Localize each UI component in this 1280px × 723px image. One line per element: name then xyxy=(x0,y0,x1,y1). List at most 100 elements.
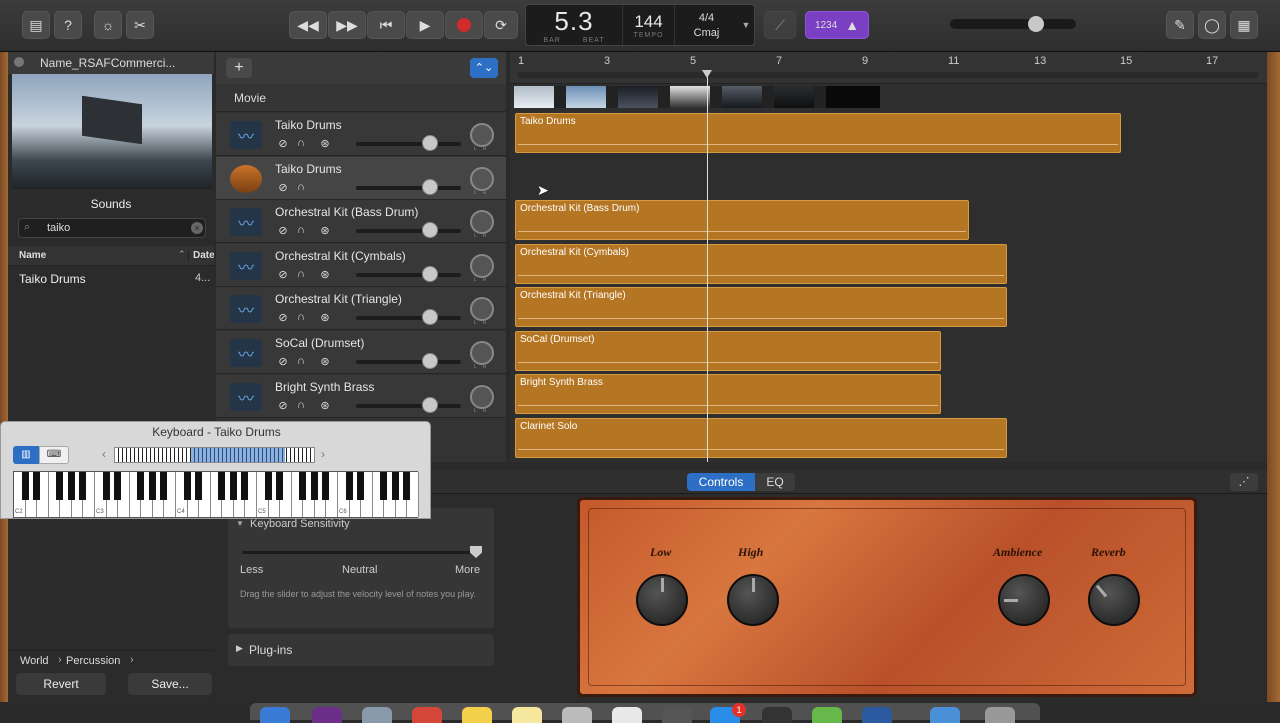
lcd-display[interactable]: 5.3 BAR BEAT 144 TEMPO 4/4 Cmaj ▼ xyxy=(525,4,755,46)
piano-black-key[interactable] xyxy=(218,472,226,500)
region[interactable]: Orchestral Kit (Cymbals) xyxy=(515,244,1007,284)
high-knob[interactable] xyxy=(727,574,779,626)
sensitivity-slider[interactable] xyxy=(242,546,482,558)
piano-black-key[interactable] xyxy=(114,472,122,500)
go-to-beginning-button[interactable]: ⏮ xyxy=(367,11,405,39)
notes-icon[interactable] xyxy=(462,707,492,723)
movie-track-header[interactable]: Movie xyxy=(216,84,506,112)
headphones-icon[interactable]: ∩ xyxy=(294,399,308,411)
track-header[interactable]: Taiko Drums ⊘ ∩ LR xyxy=(216,156,506,200)
piano-black-key[interactable] xyxy=(56,472,64,500)
master-volume-slider[interactable] xyxy=(950,16,1076,32)
piano-black-key[interactable] xyxy=(322,472,330,500)
piano-black-key[interactable] xyxy=(79,472,87,500)
add-track-button[interactable]: + xyxy=(226,58,252,78)
lcd-mode-chevron[interactable]: ▼ xyxy=(738,5,754,45)
piano-black-key[interactable] xyxy=(148,472,156,500)
disclosure-triangle-icon[interactable]: ▼ xyxy=(236,519,244,528)
piano-black-key[interactable] xyxy=(345,472,353,500)
smart-tempo-button[interactable]: ⌃⌄ xyxy=(470,58,498,78)
record-enable-icon[interactable]: ⊛ xyxy=(318,224,332,237)
piano-black-key[interactable] xyxy=(160,472,168,500)
piano-black-key[interactable] xyxy=(67,472,75,500)
maps-icon[interactable] xyxy=(812,707,842,723)
pan-knob[interactable] xyxy=(470,166,494,191)
result-row[interactable]: Taiko Drums 4... xyxy=(8,268,214,288)
pan-knob[interactable] xyxy=(470,341,494,365)
cycle-area[interactable] xyxy=(518,72,1258,78)
volume-slider[interactable] xyxy=(356,403,461,408)
finder-icon[interactable] xyxy=(260,707,290,723)
piano-black-key[interactable] xyxy=(229,472,237,500)
tuner-button-disabled[interactable]: ⟋ xyxy=(764,11,796,39)
headphones-icon[interactable]: ∩ xyxy=(294,181,308,193)
volume-thumb[interactable] xyxy=(422,135,438,151)
track-header[interactable]: 〰 Orchestral Kit (Bass Drum) ⊘ ∩ ⊛ LR xyxy=(216,200,506,244)
piano-black-key[interactable] xyxy=(264,472,272,500)
tab-controls[interactable]: Controls xyxy=(687,473,755,491)
tab-eq[interactable]: EQ xyxy=(755,473,795,491)
smart-controls-inspector-button[interactable]: ⋰ xyxy=(1230,473,1258,491)
downloads-folder-icon[interactable] xyxy=(930,707,960,723)
volume-thumb[interactable] xyxy=(422,178,438,195)
piano-black-key[interactable] xyxy=(380,472,388,500)
region[interactable]: Clarinet Solo xyxy=(515,418,1007,458)
piano-black-key[interactable] xyxy=(310,472,318,500)
piano-black-key[interactable] xyxy=(241,472,249,500)
rewind-button[interactable]: ◀◀ xyxy=(289,11,327,39)
column-name[interactable]: Name xyxy=(19,250,46,261)
mute-icon[interactable]: ⊘ xyxy=(276,311,290,324)
piano-black-key[interactable] xyxy=(33,472,41,500)
piano-black-key[interactable] xyxy=(21,472,29,500)
piano-keyboard[interactable]: C2 C3 C4 C5 C6 xyxy=(13,471,419,518)
piano-black-key[interactable] xyxy=(102,472,110,500)
piano-black-key[interactable] xyxy=(391,472,399,500)
piano-black-key[interactable] xyxy=(357,472,365,500)
piano-black-key[interactable] xyxy=(403,472,411,500)
piano-black-key[interactable] xyxy=(299,472,307,500)
low-knob[interactable] xyxy=(636,574,688,626)
headphones-icon[interactable]: ∩ xyxy=(294,268,308,280)
region[interactable]: Taiko Drums xyxy=(515,113,1121,153)
search-field[interactable]: ⌕ taiko × xyxy=(18,218,206,238)
launchpad-icon[interactable] xyxy=(362,707,392,723)
mute-icon[interactable]: ⊘ xyxy=(276,399,290,412)
volume-slider[interactable] xyxy=(356,316,461,321)
cycle-button[interactable]: ⟳ xyxy=(484,11,518,39)
keyboard-view-button[interactable]: ▥ xyxy=(13,446,39,464)
region[interactable]: Bright Synth Brass xyxy=(515,374,941,414)
ruler[interactable]: 1 3 5 7 9 11 13 15 17 xyxy=(510,52,1267,84)
region[interactable]: Orchestral Kit (Triangle) xyxy=(515,287,1007,327)
breadcrumb-percussion[interactable]: Percussion xyxy=(66,655,120,667)
keyboard-range-selection[interactable] xyxy=(191,448,285,462)
note-pad-button[interactable]: ✎ xyxy=(1166,11,1194,39)
forward-button[interactable]: ▶▶ xyxy=(328,11,366,39)
library-button[interactable]: ▤ xyxy=(22,11,50,39)
region[interactable]: SoCal (Drumset) xyxy=(515,331,941,371)
ambience-knob[interactable] xyxy=(998,574,1050,626)
record-enable-icon[interactable]: ⊛ xyxy=(318,137,332,150)
track-header[interactable]: 〰 SoCal (Drumset) ⊘ ∩ ⊛ LR xyxy=(216,331,506,374)
breadcrumb-world[interactable]: World xyxy=(20,655,49,667)
pan-knob[interactable] xyxy=(470,253,494,278)
pan-knob[interactable] xyxy=(470,210,494,235)
volume-slider[interactable] xyxy=(356,360,461,364)
volume-slider[interactable] xyxy=(356,185,461,190)
mute-icon[interactable]: ⊘ xyxy=(276,137,290,150)
volume-thumb[interactable] xyxy=(422,222,438,239)
volume-slider[interactable] xyxy=(356,142,461,146)
headphones-icon[interactable]: ∩ xyxy=(294,311,308,323)
track-header[interactable]: 〰 Taiko Drums ⊘ ∩ ⊛ LR xyxy=(216,113,506,156)
volume-thumb[interactable] xyxy=(422,265,438,282)
tracks-area[interactable]: 1 3 5 7 9 11 13 15 17 Taiko Drums Orchestral Kit … xyxy=(510,52,1267,462)
volume-thumb[interactable] xyxy=(422,396,438,413)
disclosure-triangle-icon[interactable]: ▶ xyxy=(236,643,243,654)
safari-icon[interactable] xyxy=(862,707,892,723)
editors-button[interactable]: ✂ xyxy=(126,11,154,39)
master-volume-thumb[interactable] xyxy=(1028,16,1044,32)
playhead[interactable] xyxy=(707,72,708,462)
close-dot-icon[interactable] xyxy=(14,57,24,67)
piano-black-key[interactable] xyxy=(137,472,145,500)
piano-black-key[interactable] xyxy=(276,472,284,500)
headphones-icon[interactable]: ∩ xyxy=(294,355,308,367)
